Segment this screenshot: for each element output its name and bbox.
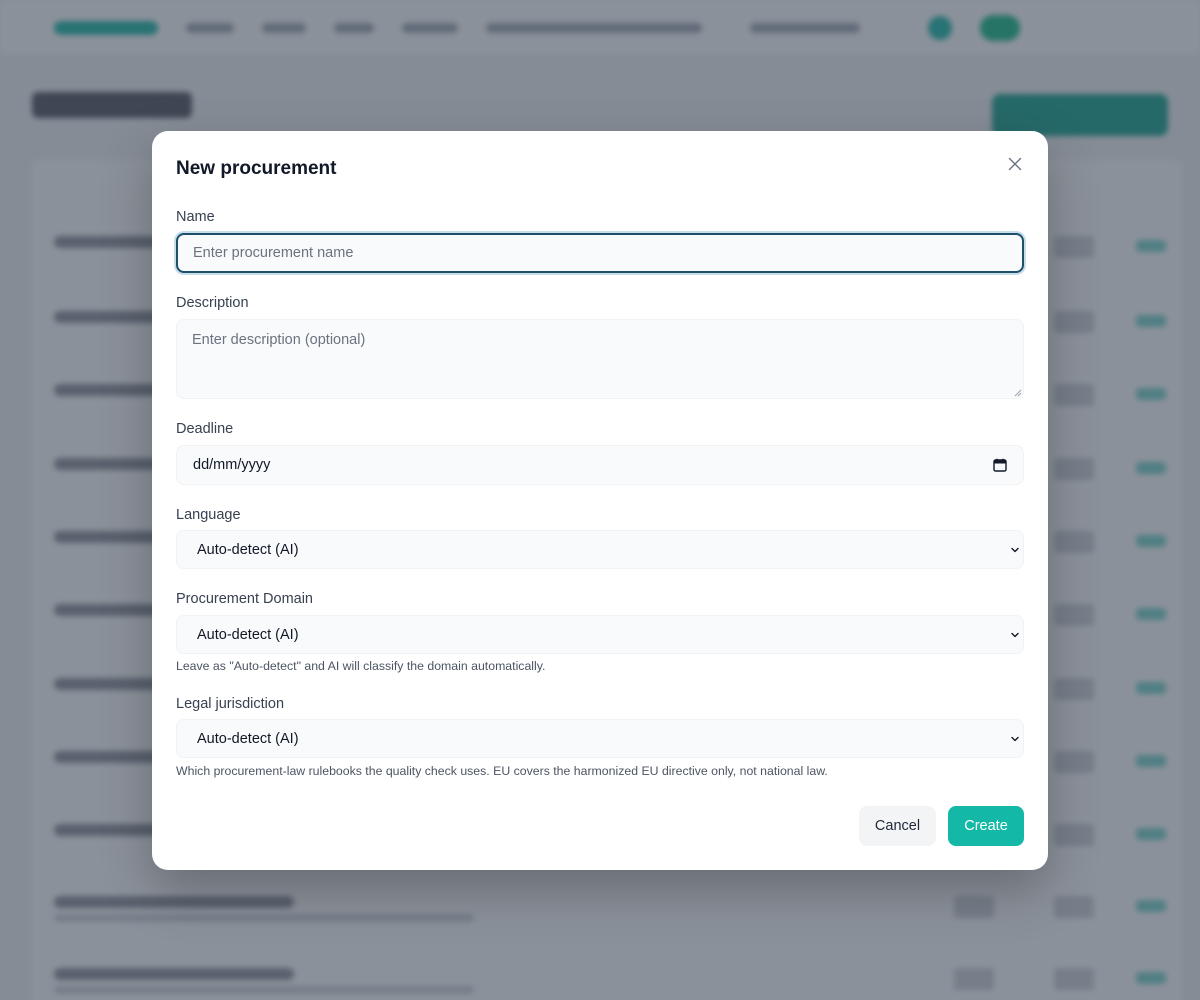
close-button[interactable]	[1004, 153, 1026, 175]
jurisdiction-select[interactable]: Auto-detect (AI)	[176, 719, 1024, 758]
domain-label: Procurement Domain	[176, 591, 313, 607]
domain-help-text: Leave as "Auto-detect" and AI will class…	[176, 659, 546, 673]
dialog-title: New procurement	[176, 158, 337, 179]
language-select[interactable]: Auto-detect (AI)	[176, 530, 1024, 569]
language-selected-value: Auto-detect (AI)	[197, 541, 299, 558]
domain-select[interactable]: Auto-detect (AI)	[176, 615, 1024, 654]
chevron-down-icon	[1011, 547, 1019, 553]
close-icon	[1008, 157, 1022, 171]
cancel-button[interactable]: Cancel	[859, 806, 936, 846]
name-label: Name	[176, 209, 215, 225]
jurisdiction-help-text: Which procurement-law rulebooks the qual…	[176, 764, 828, 778]
jurisdiction-selected-value: Auto-detect (AI)	[197, 730, 299, 747]
deadline-value: dd/mm/yyyy	[193, 457, 271, 473]
description-textarea[interactable]	[176, 319, 1024, 399]
jurisdiction-label: Legal jurisdiction	[176, 696, 285, 712]
resize-handle-icon[interactable]	[1014, 389, 1022, 397]
create-button[interactable]: Create	[948, 806, 1024, 846]
deadline-label: Deadline	[176, 421, 234, 437]
deadline-date-input[interactable]: dd/mm/yyyy	[176, 445, 1024, 485]
name-input[interactable]	[176, 233, 1024, 273]
chevron-down-icon	[1011, 632, 1019, 638]
chevron-down-icon	[1011, 736, 1019, 742]
description-label: Description	[176, 295, 249, 311]
new-procurement-dialog: New procurement Name Description Deadlin…	[152, 131, 1048, 870]
language-label: Language	[176, 507, 241, 523]
calendar-icon[interactable]	[993, 458, 1007, 472]
domain-selected-value: Auto-detect (AI)	[197, 626, 299, 643]
